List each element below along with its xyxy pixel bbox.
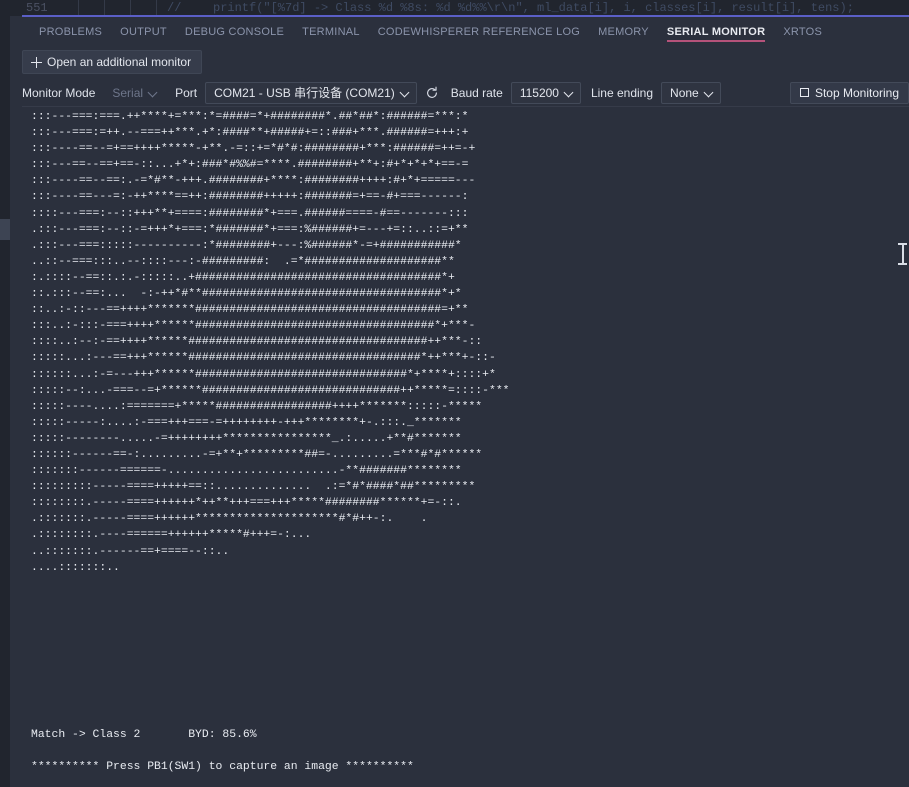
tab-codewhisperer-reference-log[interactable]: CODEWHISPERER REFERENCE LOG	[369, 17, 589, 46]
chevron-down-icon	[705, 88, 714, 97]
add-monitor-row: Open an additional monitor	[22, 48, 909, 78]
status-output: Match -> Class 2 BYD: 85.6% ********** P…	[31, 727, 414, 775]
tab-xrtos[interactable]: XRTOS	[774, 17, 831, 46]
stop-square-icon	[799, 88, 809, 97]
baud-rate-value: 115200	[519, 85, 559, 100]
editor-code-text: printf("[%7d] -> Class %d %8s: %d %d%%\r…	[213, 1, 854, 15]
refresh-icon[interactable]	[425, 86, 439, 100]
indent-guide	[130, 0, 131, 16]
baud-rate-label: Baud rate	[450, 85, 503, 100]
editor-comment-marker: //	[167, 1, 182, 15]
plus-icon	[31, 56, 42, 68]
tab-label: CODEWHISPERER REFERENCE LOG	[377, 25, 581, 38]
tab-label: XRTOS	[783, 25, 823, 38]
open-additional-monitor-label: Open an additional monitor	[47, 55, 192, 69]
chevron-down-icon	[149, 88, 158, 97]
match-result-line: Match -> Class 2 BYD: 85.6%	[31, 729, 257, 741]
editor-line-number: 551	[26, 1, 48, 15]
open-additional-monitor-button[interactable]: Open an additional monitor	[22, 50, 203, 74]
line-ending-label: Line ending	[590, 85, 654, 100]
chevron-down-icon	[565, 88, 574, 97]
serial-output-area[interactable]: :::---===:===.++****+=***:*=####=*+#####…	[22, 108, 909, 787]
editor-scrollbar-track[interactable]	[0, 16, 10, 787]
port-label: Port	[175, 85, 198, 100]
tab-label: TERMINAL	[302, 25, 360, 38]
indent-guide	[104, 0, 105, 16]
tab-terminal[interactable]: TERMINAL	[293, 17, 369, 46]
port-select[interactable]: COM21 - USB 串行设备 (COM21)	[205, 81, 417, 104]
monitor-config-toolbar: Monitor Mode Serial Port COM21 - USB 串行设…	[22, 79, 909, 107]
serial-monitor-panel: 551 // printf("[%7d] -> Class %d %8s: %d…	[0, 0, 909, 787]
stop-monitoring-button[interactable]: Stop Monitoring	[789, 81, 909, 104]
tab-problems[interactable]: PROBLEMS	[30, 17, 111, 46]
tab-label: DEBUG CONSOLE	[184, 25, 285, 38]
panel-left-gutter	[10, 16, 22, 787]
tab-serial-monitor[interactable]: SERIAL MONITOR	[658, 17, 774, 46]
tab-label: PROBLEMS	[39, 25, 103, 38]
chevron-down-icon	[401, 88, 410, 97]
port-value: COM21 - USB 串行设备 (COM21)	[214, 86, 395, 100]
baud-rate-select[interactable]: 115200	[510, 81, 581, 104]
tab-debug-console[interactable]: DEBUG CONSOLE	[176, 17, 293, 46]
ascii-art-output: :::---===:===.++****+=***:*=####=*+#####…	[31, 111, 510, 574]
editor-scrollbar-thumb[interactable]	[0, 219, 10, 240]
panel-tab-bar: PROBLEMS OUTPUT DEBUG CONSOLE TERMINAL CODEW…	[22, 17, 909, 46]
capture-prompt-line: ********** Press PB1(SW1) to capture an …	[31, 761, 414, 774]
monitor-mode-value: Serial	[112, 85, 144, 100]
monitor-mode-select[interactable]: Serial	[103, 82, 165, 104]
tab-label: MEMORY	[598, 25, 649, 38]
tab-output[interactable]: OUTPUT	[111, 17, 176, 46]
stop-monitoring-label: Stop Monitoring	[814, 85, 899, 100]
tab-label: OUTPUT	[120, 25, 167, 38]
monitor-mode-label: Monitor Mode	[22, 85, 96, 100]
line-ending-select[interactable]: None	[661, 81, 721, 104]
tab-label: SERIAL MONITOR	[666, 25, 766, 38]
indent-guide	[78, 0, 79, 16]
indent-guide	[156, 0, 157, 16]
line-ending-value: None	[670, 85, 699, 100]
editor-code-strip: 551 // printf("[%7d] -> Class %d %8s: %d…	[0, 0, 909, 16]
tab-memory[interactable]: MEMORY	[589, 17, 658, 46]
